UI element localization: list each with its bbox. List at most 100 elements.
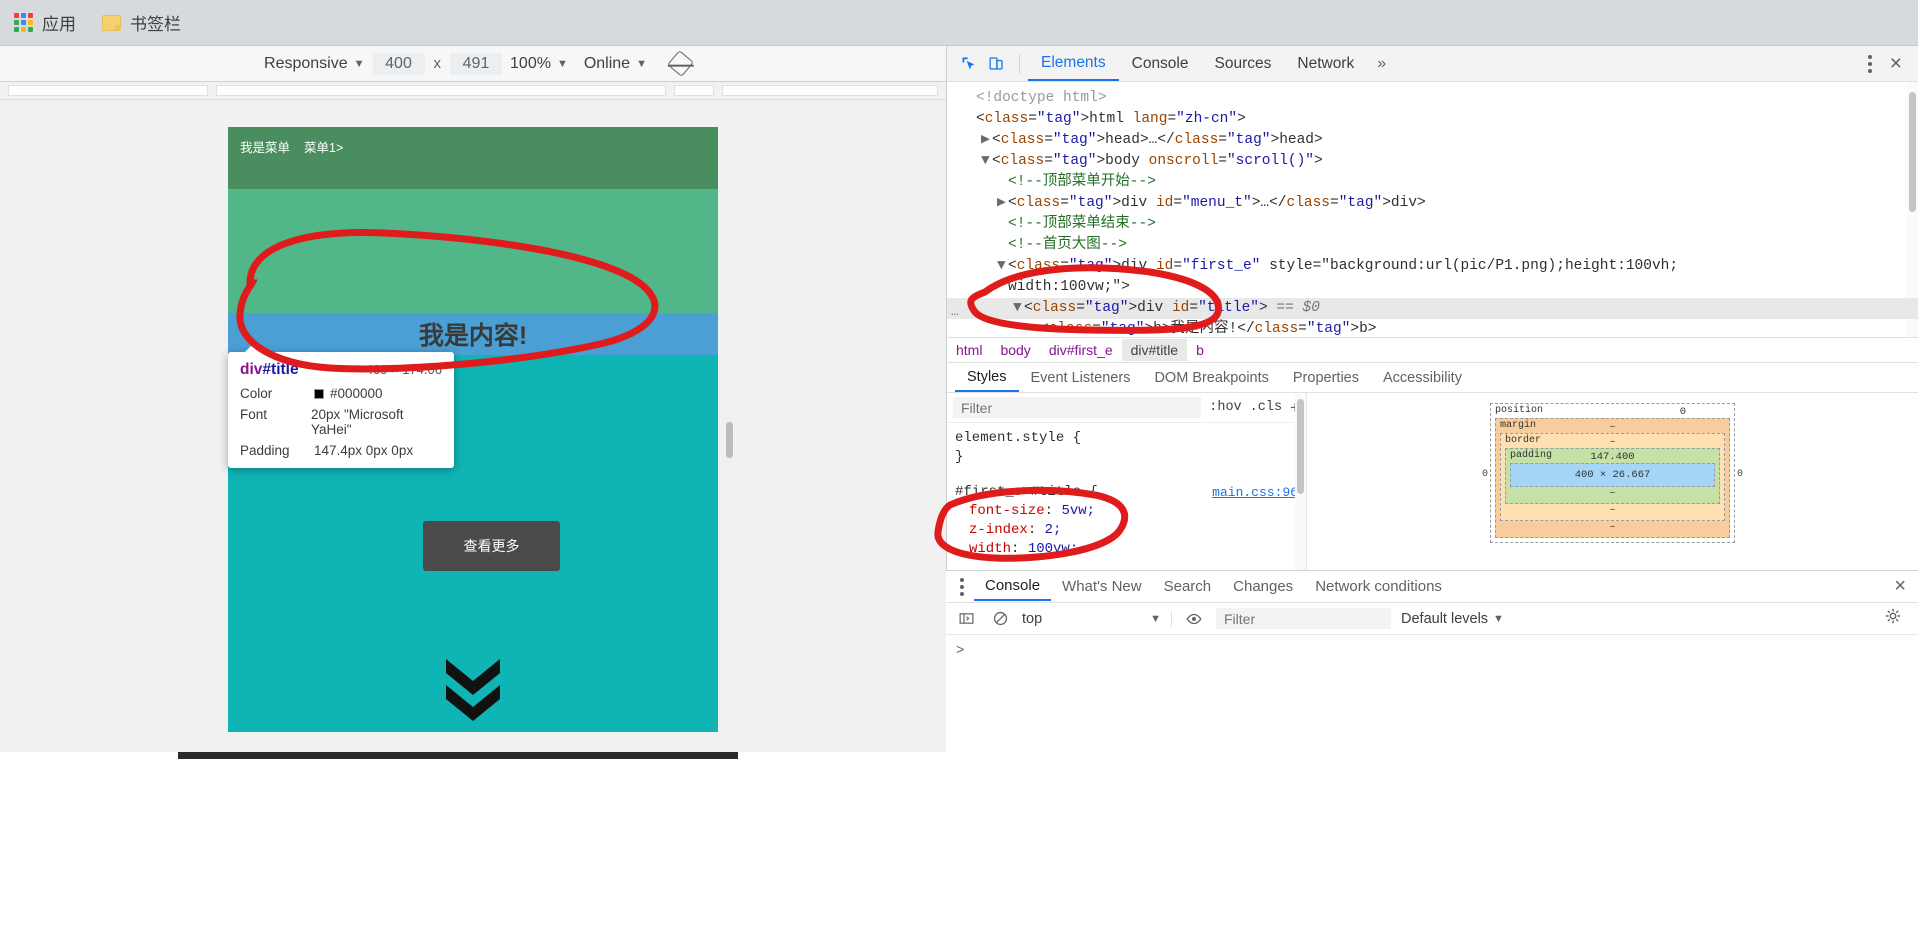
chevron-down-icon: ▼ bbox=[1150, 612, 1161, 625]
show-console-sidebar-icon[interactable] bbox=[954, 608, 978, 630]
dom-twisty-icon[interactable]: ▶ bbox=[997, 193, 1008, 214]
dom-twisty-icon[interactable]: ▶ bbox=[981, 130, 992, 151]
apps-shortcut[interactable]: 应用 bbox=[14, 10, 76, 35]
more-tabs-icon[interactable]: » bbox=[1367, 55, 1396, 73]
css-rule-element-style[interactable]: element.style { } bbox=[947, 423, 1306, 473]
drawer-tab-search[interactable]: Search bbox=[1153, 573, 1223, 600]
dom-tree-line[interactable]: … ▼ <class="tag">div id="title"> == $0 bbox=[947, 298, 1918, 319]
dom-tree-line[interactable]: <!doctype html> bbox=[947, 88, 1918, 109]
styles-filter-input[interactable] bbox=[953, 397, 1202, 418]
breadcrumb-b[interactable]: b bbox=[1187, 339, 1213, 361]
css-prop-font-size: font-size bbox=[969, 503, 1045, 519]
css-value-z-index: 2; bbox=[1044, 522, 1062, 538]
console-output[interactable]: > bbox=[946, 635, 1918, 667]
drawer-close-icon[interactable]: × bbox=[1882, 575, 1918, 598]
dom-tree-line[interactable]: <!--顶部菜单结束--> bbox=[947, 214, 1918, 235]
styles-pane: :hov .cls + element.style { } main.css:9… bbox=[947, 393, 1918, 578]
css-decl-width[interactable]: width: 100vw; bbox=[955, 540, 1298, 559]
dom-tree-line[interactable]: <class="tag">html lang="zh-cn"> bbox=[947, 109, 1918, 130]
drawer-menu-button[interactable] bbox=[950, 574, 974, 600]
bookmarks-bar: 应用 书签栏 bbox=[0, 0, 1918, 46]
tab-sources[interactable]: Sources bbox=[1202, 48, 1285, 80]
breadcrumb-body[interactable]: body bbox=[991, 339, 1039, 361]
tab-dom-breakpoints[interactable]: DOM Breakpoints bbox=[1142, 365, 1280, 391]
css-source-link[interactable]: main.css:96 bbox=[1212, 483, 1298, 502]
styles-rules-list: :hov .cls + element.style { } main.css:9… bbox=[947, 393, 1307, 578]
viewport-height-input[interactable] bbox=[450, 52, 503, 75]
dom-breadcrumb: html body div#first_e div#title b bbox=[947, 337, 1918, 363]
devtools-close-icon[interactable]: × bbox=[1884, 53, 1908, 74]
console-context-label: top bbox=[1022, 610, 1043, 627]
zoom-selector[interactable]: 100% ▼ bbox=[502, 55, 576, 73]
dom-tree-line[interactable]: <!--首页大图--> bbox=[947, 235, 1918, 256]
device-toolbar-icon[interactable] bbox=[983, 51, 1009, 77]
console-toolbar: top ▼ Default levels ▼ bbox=[946, 603, 1918, 635]
box-model-position[interactable]: position 0 margin – border – padding 147… bbox=[1490, 403, 1735, 543]
console-context-selector[interactable]: top ▼ bbox=[1022, 610, 1172, 627]
tooltip-row-padding: Padding 147.4px 0px 0px bbox=[240, 443, 442, 458]
dom-twisty-icon[interactable]: ▼ bbox=[1013, 298, 1024, 319]
box-model-padding[interactable]: padding 147.400 400 × 26.667 – bbox=[1505, 448, 1720, 504]
box-model-border[interactable]: border – padding 147.400 400 × 26.667 – … bbox=[1500, 433, 1725, 521]
clear-console-icon[interactable] bbox=[988, 608, 1012, 630]
dom-tree-line[interactable]: width:100vw;"> bbox=[947, 277, 1918, 298]
rotate-icon[interactable] bbox=[667, 50, 694, 77]
drawer-tab-whats-new[interactable]: What's New bbox=[1051, 573, 1153, 600]
css-decl-z-index[interactable]: z-index: 2; bbox=[955, 521, 1298, 540]
settings-gear-icon[interactable] bbox=[1884, 607, 1910, 630]
inspect-tooltip: div#title 400 × 174.06 Color #000000 Fon… bbox=[228, 342, 454, 468]
dom-tree-line[interactable]: <class="tag">b>我是内容!</class="tag">b> bbox=[947, 319, 1918, 337]
tab-styles[interactable]: Styles bbox=[955, 364, 1019, 392]
hov-button[interactable]: :hov bbox=[1209, 400, 1241, 415]
device-toolbar: Responsive ▼ x 100% ▼ Online ▼ bbox=[0, 46, 946, 82]
box-model-content[interactable]: 400 × 26.667 bbox=[1510, 463, 1715, 487]
tab-elements[interactable]: Elements bbox=[1028, 47, 1119, 81]
tab-network[interactable]: Network bbox=[1284, 48, 1367, 80]
menu-item-0[interactable]: 我是菜单 bbox=[240, 137, 290, 156]
drawer-tab-console[interactable]: Console bbox=[974, 572, 1052, 601]
dom-twisty-icon[interactable]: ▼ bbox=[997, 256, 1008, 277]
tab-accessibility[interactable]: Accessibility bbox=[1371, 365, 1474, 391]
menu-item-1[interactable]: 菜单1> bbox=[304, 137, 343, 156]
dom-twisty-icon[interactable]: ▼ bbox=[981, 151, 992, 172]
css-value-font-size: 5vw; bbox=[1061, 503, 1096, 519]
drawer-tab-changes[interactable]: Changes bbox=[1222, 573, 1304, 600]
tooltip-value-font: 20px "Microsoft YaHei" bbox=[310, 407, 404, 437]
breadcrumb-html[interactable]: html bbox=[947, 339, 991, 361]
viewport-resize-handle-right[interactable] bbox=[726, 422, 733, 458]
css-prop-z-index: z-index bbox=[969, 522, 1028, 538]
tooltip-row-color: Color #000000 bbox=[240, 386, 442, 401]
scroll-down-chevron-icon[interactable] bbox=[228, 647, 718, 725]
element-style-close: } bbox=[955, 449, 964, 465]
tooltip-row-font: Font 20px "Microsoft YaHei" bbox=[240, 407, 442, 437]
console-filter-input[interactable] bbox=[1216, 608, 1391, 629]
dom-tree-line[interactable]: ▼ <class="tag">div id="first_e" style="ba… bbox=[947, 256, 1918, 277]
dom-tree-line[interactable]: ▶ <class="tag">div id="menu_t">…</class="… bbox=[947, 193, 1918, 214]
bookmark-folder[interactable]: 书签栏 bbox=[102, 10, 181, 35]
tab-console[interactable]: Console bbox=[1119, 48, 1202, 80]
styles-scrollbar[interactable] bbox=[1295, 393, 1306, 578]
live-expression-icon[interactable] bbox=[1182, 608, 1206, 630]
tab-properties[interactable]: Properties bbox=[1281, 365, 1371, 391]
devtools-menu-button[interactable] bbox=[1860, 51, 1880, 77]
console-levels-selector[interactable]: Default levels ▼ bbox=[1401, 611, 1504, 627]
dom-tree[interactable]: <!doctype html> <class="tag">html lang="z… bbox=[947, 82, 1918, 337]
chevron-down-icon: ▼ bbox=[556, 57, 568, 70]
throttling-selector[interactable]: Online ▼ bbox=[576, 55, 655, 73]
css-value-width: 100vw; bbox=[1027, 541, 1079, 557]
drawer-tab-network-conditions[interactable]: Network conditions bbox=[1304, 573, 1453, 600]
dom-tree-line[interactable]: ▶ <class="tag">head>…</class="tag">head> bbox=[947, 130, 1918, 151]
dom-tree-line[interactable]: <!--顶部菜单开始--> bbox=[947, 172, 1918, 193]
view-more-button[interactable]: 查看更多 bbox=[423, 521, 560, 571]
breadcrumb-div-first_e[interactable]: div#first_e bbox=[1040, 339, 1122, 361]
tab-event-listeners[interactable]: Event Listeners bbox=[1019, 365, 1143, 391]
box-model-margin[interactable]: margin – border – padding 147.400 400 × … bbox=[1495, 418, 1730, 538]
viewport-width-input[interactable] bbox=[372, 52, 425, 75]
css-decl-font-size[interactable]: font-size: 5vw; bbox=[955, 502, 1298, 521]
cls-button[interactable]: .cls bbox=[1250, 400, 1282, 415]
css-rule-first-e-title[interactable]: main.css:96 #first_e>#title { font-size:… bbox=[947, 473, 1306, 565]
inspect-cursor-icon[interactable] bbox=[955, 51, 981, 77]
dom-tree-line[interactable]: ▼ <class="tag">body onscroll="scroll()"> bbox=[947, 151, 1918, 172]
device-selector[interactable]: Responsive ▼ bbox=[256, 55, 373, 73]
breadcrumb-div-title[interactable]: div#title bbox=[1121, 339, 1188, 361]
